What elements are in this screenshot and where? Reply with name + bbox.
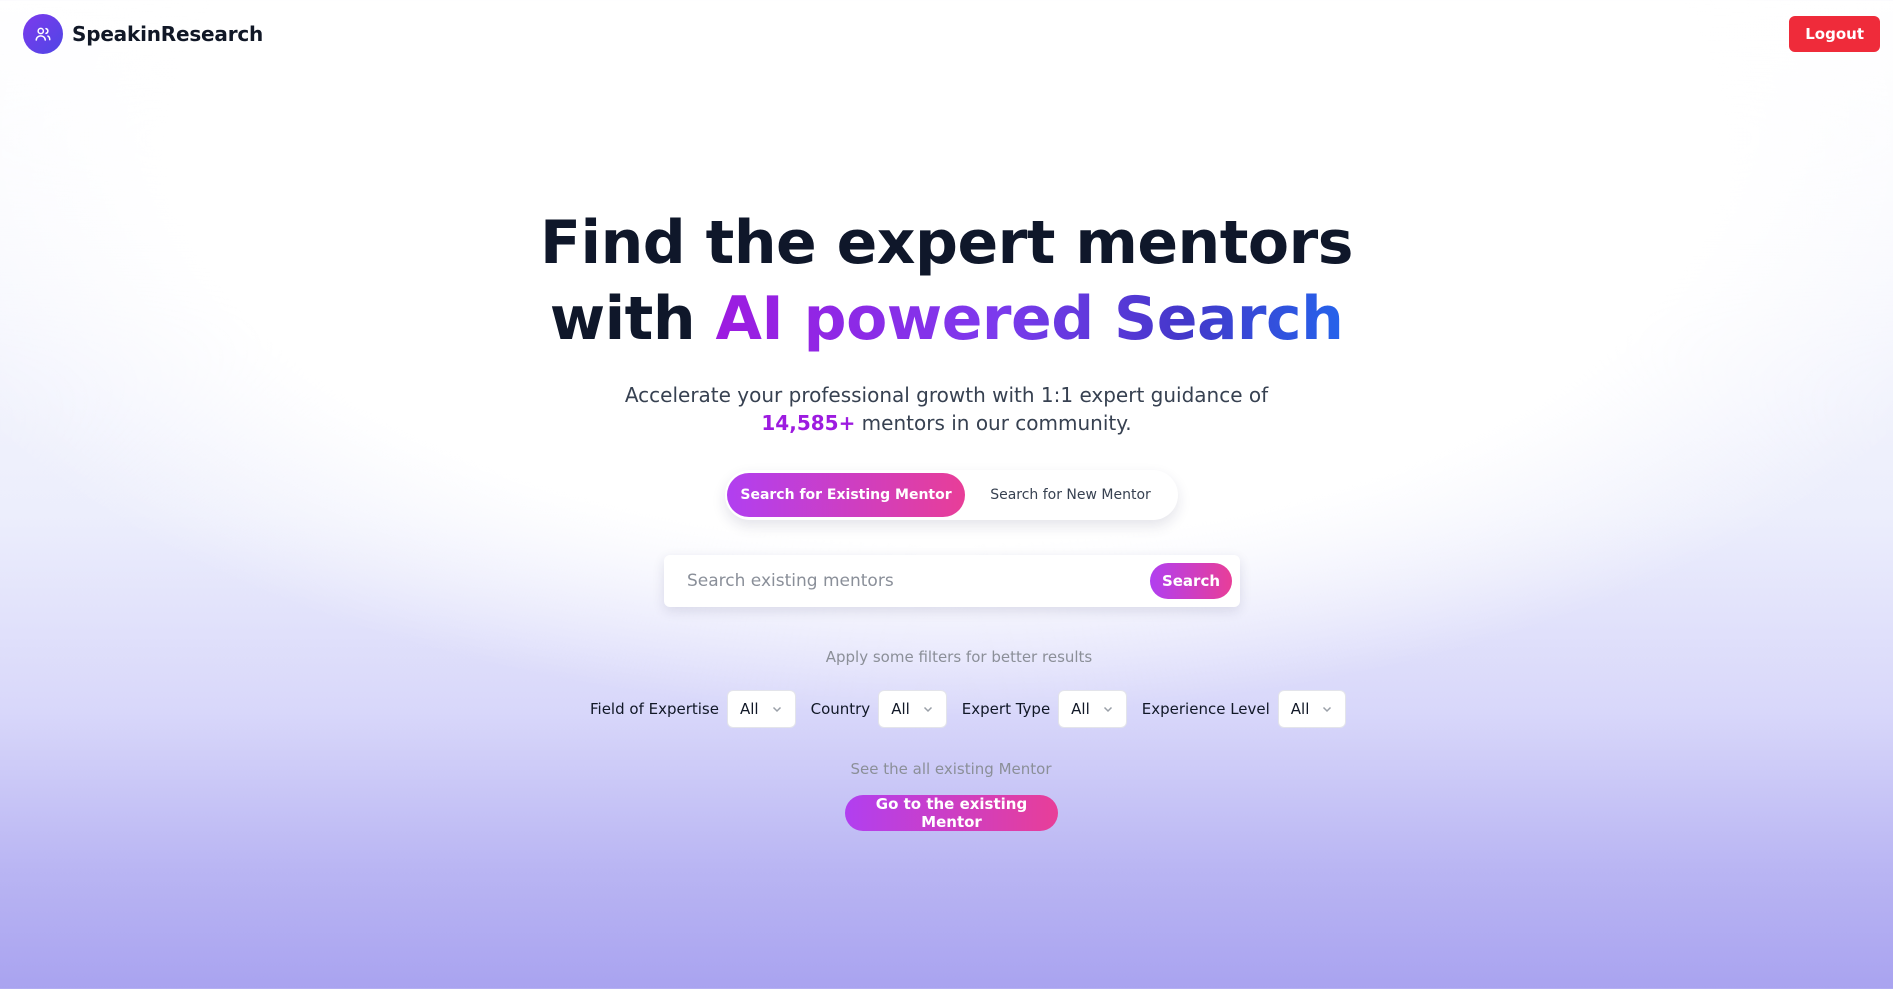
filter-label: Field of Expertise <box>590 700 719 718</box>
select-value: All <box>739 700 759 718</box>
top-header: SpeakinResearch Logout <box>0 0 1893 68</box>
mentor-count: 14,585+ <box>761 411 856 435</box>
filter-label: Experience Level <box>1141 700 1270 718</box>
filter-field-of-expertise: Field of Expertise All <box>590 690 796 728</box>
filter-expert-type: Expert Type All <box>962 690 1127 728</box>
hero-subtitle: Accelerate your professional growth with… <box>0 381 1893 437</box>
filter-country: Country All <box>811 690 947 728</box>
chevron-down-icon <box>923 706 932 713</box>
search-input[interactable] <box>687 571 1150 591</box>
title-highlight: AI powered Search <box>715 284 1344 354</box>
expert-type-select[interactable]: All <box>1058 690 1127 728</box>
title-line-1: Find the expert mentors <box>540 208 1353 278</box>
subtitle-line-2: mentors in our community. <box>855 411 1132 435</box>
users-icon <box>23 14 63 54</box>
search-bar: Search <box>664 555 1240 607</box>
chevron-down-icon <box>1323 706 1332 713</box>
tab-new-mentor[interactable]: Search for New Mentor <box>965 473 1176 517</box>
filter-row: Field of Expertise All Country All Exper… <box>590 690 1347 728</box>
page-title: Find the expert mentors with AI powered … <box>0 205 1893 357</box>
search-mode-toggle: Search for Existing Mentor Search for Ne… <box>725 470 1178 520</box>
brand[interactable]: SpeakinResearch <box>23 14 263 54</box>
go-to-existing-mentor-button[interactable]: Go to the existing Mentor <box>845 795 1058 831</box>
title-line-2-prefix: with <box>549 284 716 354</box>
brand-name: SpeakinResearch <box>72 22 264 46</box>
experience-level-select[interactable]: All <box>1277 690 1347 728</box>
search-button[interactable]: Search <box>1150 563 1232 599</box>
tab-existing-mentor[interactable]: Search for Existing Mentor <box>727 473 965 517</box>
select-value: All <box>891 700 910 718</box>
filter-experience-level: Experience Level All <box>1142 690 1347 728</box>
filter-label: Expert Type <box>961 700 1051 718</box>
field-of-expertise-select[interactable]: All <box>726 690 796 728</box>
country-select[interactable]: All <box>878 690 947 728</box>
filter-label: Country <box>810 700 871 718</box>
select-value: All <box>1071 700 1090 718</box>
see-all-hint: See the all existing Mentor <box>850 760 1052 778</box>
select-value: All <box>1290 700 1310 718</box>
subtitle-line-1: Accelerate your professional growth with… <box>624 383 1269 407</box>
chevron-down-icon <box>1103 706 1112 713</box>
hero-section: Find the expert mentors with AI powered … <box>0 205 1893 437</box>
filter-hint: Apply some filters for better results <box>825 648 1093 666</box>
chevron-down-icon <box>772 706 781 713</box>
logout-button[interactable]: Logout <box>1789 16 1880 52</box>
